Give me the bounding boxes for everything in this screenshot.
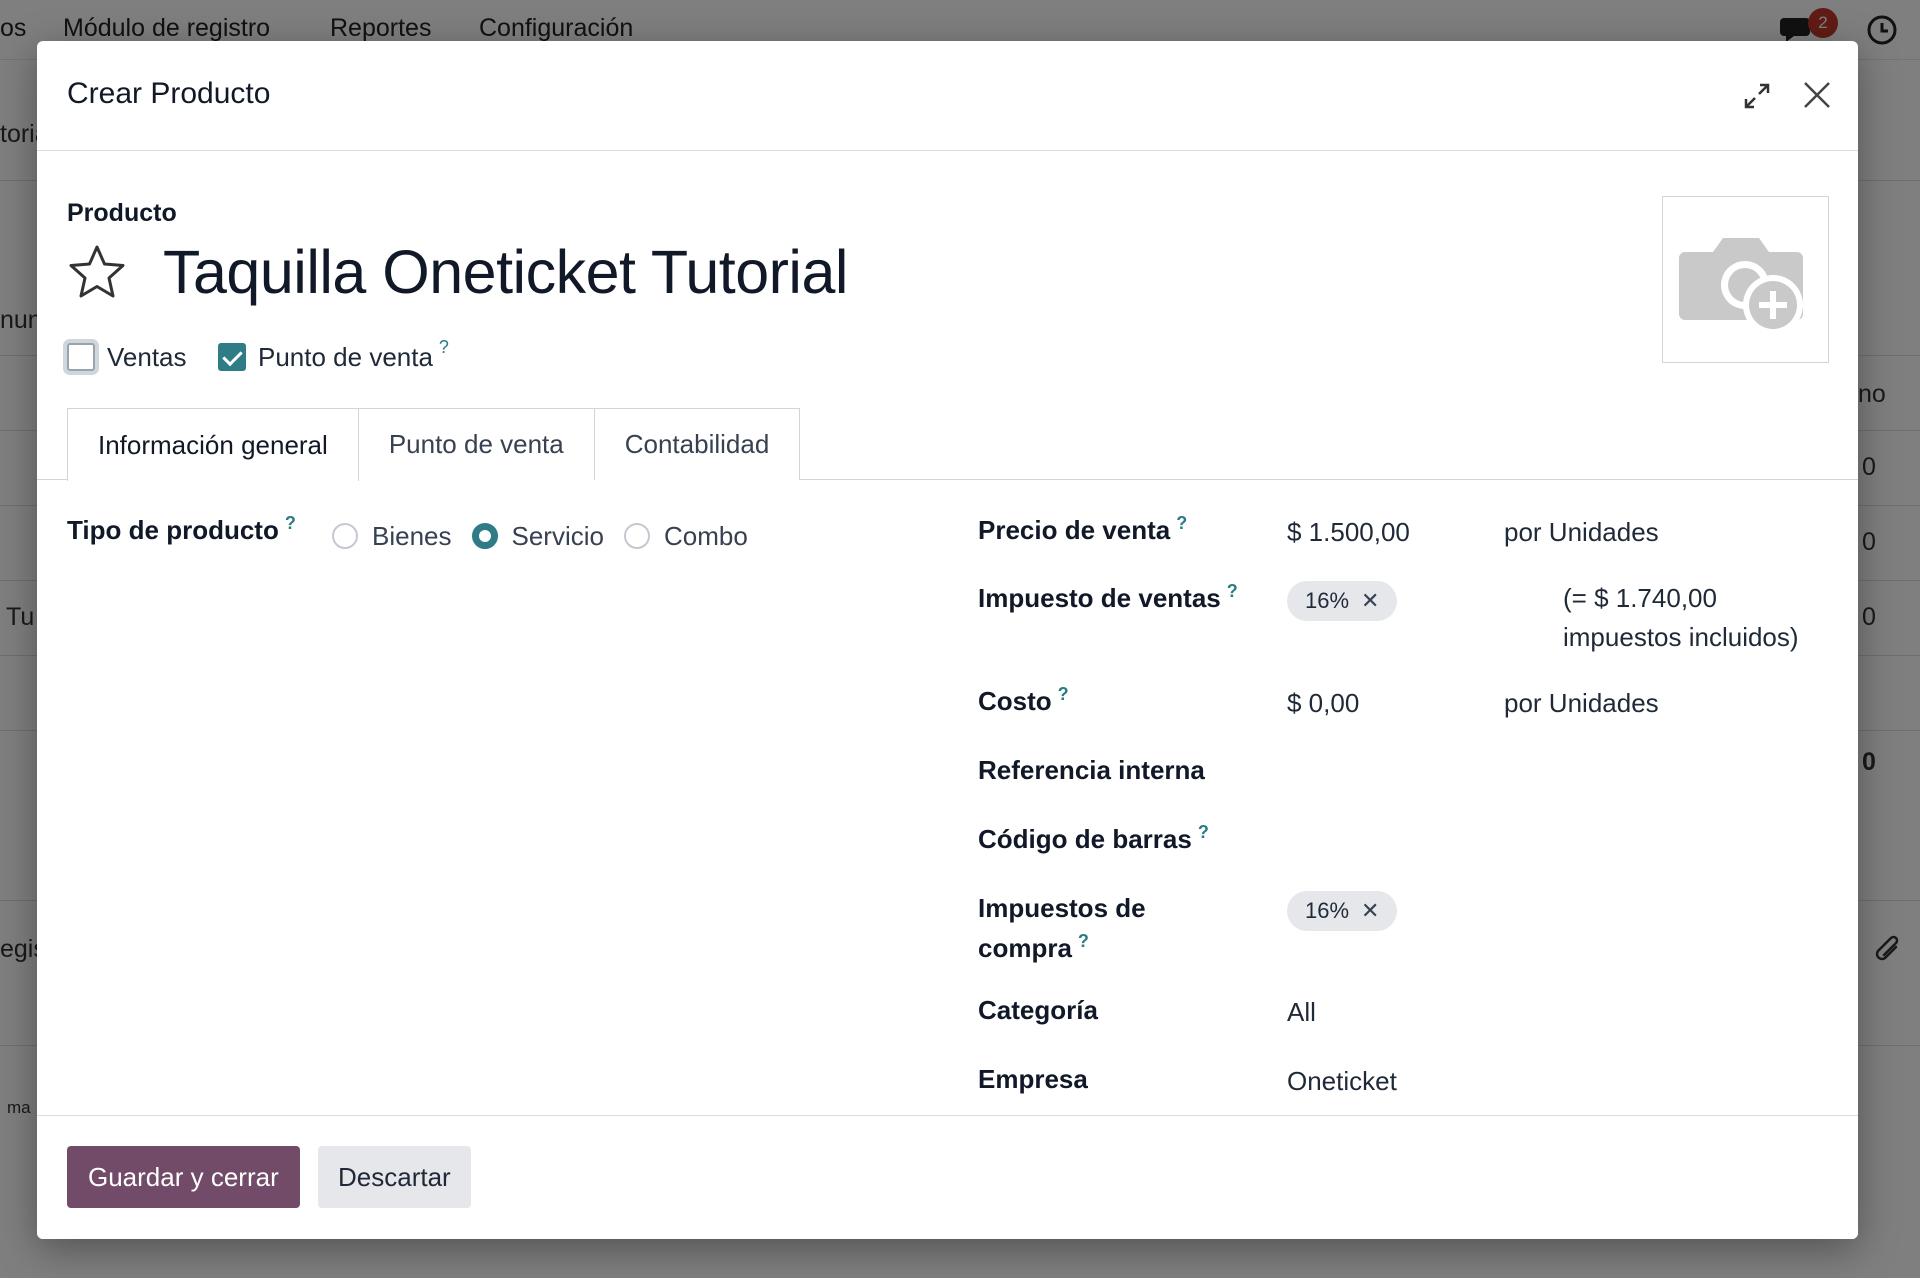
- pos-checkbox[interactable]: [218, 343, 246, 371]
- tab-accounting[interactable]: Contabilidad: [593, 408, 801, 480]
- help-tooltip-icon[interactable]: ?: [439, 337, 449, 358]
- purchase-tax-tag: 16% ✕: [1287, 891, 1398, 931]
- radio-service[interactable]: [471, 523, 498, 549]
- purchase-tax-tag-label: 16%: [1305, 898, 1350, 923]
- close-icon[interactable]: [1799, 77, 1835, 113]
- tab-point-of-sale[interactable]: Punto de venta: [357, 408, 595, 480]
- dialog-title: Crear Producto: [67, 77, 271, 110]
- product-image-upload[interactable]: [1662, 196, 1829, 363]
- product-type-radio-group: Bienes Servicio Combo: [332, 516, 768, 556]
- product-type-label-text: Tipo de producto: [67, 515, 279, 545]
- create-product-dialog: Crear Producto Producto Taquilla Onetick…: [37, 41, 1858, 1239]
- category-input[interactable]: All: [1287, 997, 1316, 1028]
- category-label: Categoría: [978, 995, 1098, 1025]
- radio-goods[interactable]: [332, 523, 358, 549]
- save-and-close-button[interactable]: Guardar y cerrar: [67, 1146, 300, 1208]
- internal-reference-label: Referencia interna: [978, 755, 1205, 785]
- sales-tax-tag: 16% ✕: [1287, 581, 1398, 621]
- purchase-tax-label-line2-text: compra: [978, 933, 1072, 963]
- cost-label-text: Costo: [978, 686, 1052, 716]
- barcode-label: Código de barras?: [978, 822, 1209, 855]
- tab-general-info[interactable]: Información general: [67, 408, 359, 481]
- cost-unit: por Unidades: [1504, 688, 1659, 718]
- tab-bar: Información general Punto de venta Conta…: [67, 408, 801, 481]
- remove-tag-icon[interactable]: ✕: [1361, 898, 1379, 924]
- sale-price-label-text: Precio de venta: [978, 515, 1171, 545]
- sale-price-label: Precio de venta?: [978, 513, 1187, 546]
- help-tooltip-icon[interactable]: ?: [1176, 513, 1187, 533]
- product-name-field[interactable]: Taquilla Oneticket Tutorial: [163, 237, 848, 307]
- radio-combo[interactable]: [623, 523, 650, 549]
- product-type-label: Tipo de producto?: [67, 513, 296, 546]
- product-label: Producto: [67, 199, 177, 227]
- barcode-label-text: Código de barras: [978, 824, 1192, 854]
- favorite-star-icon[interactable]: [65, 241, 129, 305]
- company-label: Empresa: [978, 1064, 1088, 1094]
- barcode-input[interactable]: [1287, 824, 1807, 858]
- tax-included-note-line1: (= $ 1.740,00: [1563, 583, 1717, 613]
- radio-service-label[interactable]: Servicio: [512, 521, 604, 552]
- sales-checkbox[interactable]: [67, 343, 95, 371]
- help-tooltip-icon[interactable]: ?: [1058, 684, 1069, 704]
- radio-goods-label[interactable]: Bienes: [372, 521, 452, 552]
- help-tooltip-icon[interactable]: ?: [1078, 931, 1089, 951]
- dialog-footer: Guardar y cerrar Descartar: [37, 1115, 1858, 1239]
- cost-label: Costo?: [978, 684, 1069, 717]
- pos-checkbox-label: Punto de venta: [258, 341, 433, 372]
- help-tooltip-icon[interactable]: ?: [285, 513, 296, 533]
- dialog-header: Crear Producto: [37, 41, 1858, 151]
- sales-checkbox-label: Ventas: [107, 341, 187, 372]
- pos-checkbox-row[interactable]: Punto de venta ?: [218, 337, 449, 377]
- expand-icon[interactable]: [1742, 81, 1772, 111]
- sales-tax-label: Impuesto de ventas?: [978, 581, 1238, 614]
- help-tooltip-icon[interactable]: ?: [1198, 822, 1209, 842]
- tax-included-note-line2: impuestos incluidos): [1563, 622, 1799, 652]
- sales-tax-tag-label: 16%: [1305, 588, 1350, 613]
- sales-tax-label-text: Impuesto de ventas: [978, 583, 1221, 613]
- help-tooltip-icon[interactable]: ?: [1227, 581, 1238, 601]
- discard-button[interactable]: Descartar: [318, 1146, 471, 1208]
- remove-tag-icon[interactable]: ✕: [1361, 588, 1379, 614]
- radio-combo-label[interactable]: Combo: [664, 521, 748, 552]
- sales-checkbox-row[interactable]: Ventas: [67, 337, 187, 377]
- purchase-tax-label-line1: Impuestos de: [978, 893, 1146, 923]
- cost-input[interactable]: $ 0,00: [1287, 688, 1359, 719]
- internal-reference-input[interactable]: [1287, 755, 1807, 789]
- camera-add-icon: [1679, 238, 1803, 335]
- sale-price-input[interactable]: $ 1.500,00: [1287, 517, 1410, 548]
- company-input[interactable]: Oneticket: [1287, 1066, 1397, 1097]
- purchase-tax-label-line2: compra?: [978, 931, 1089, 964]
- sale-price-unit: por Unidades: [1504, 517, 1659, 547]
